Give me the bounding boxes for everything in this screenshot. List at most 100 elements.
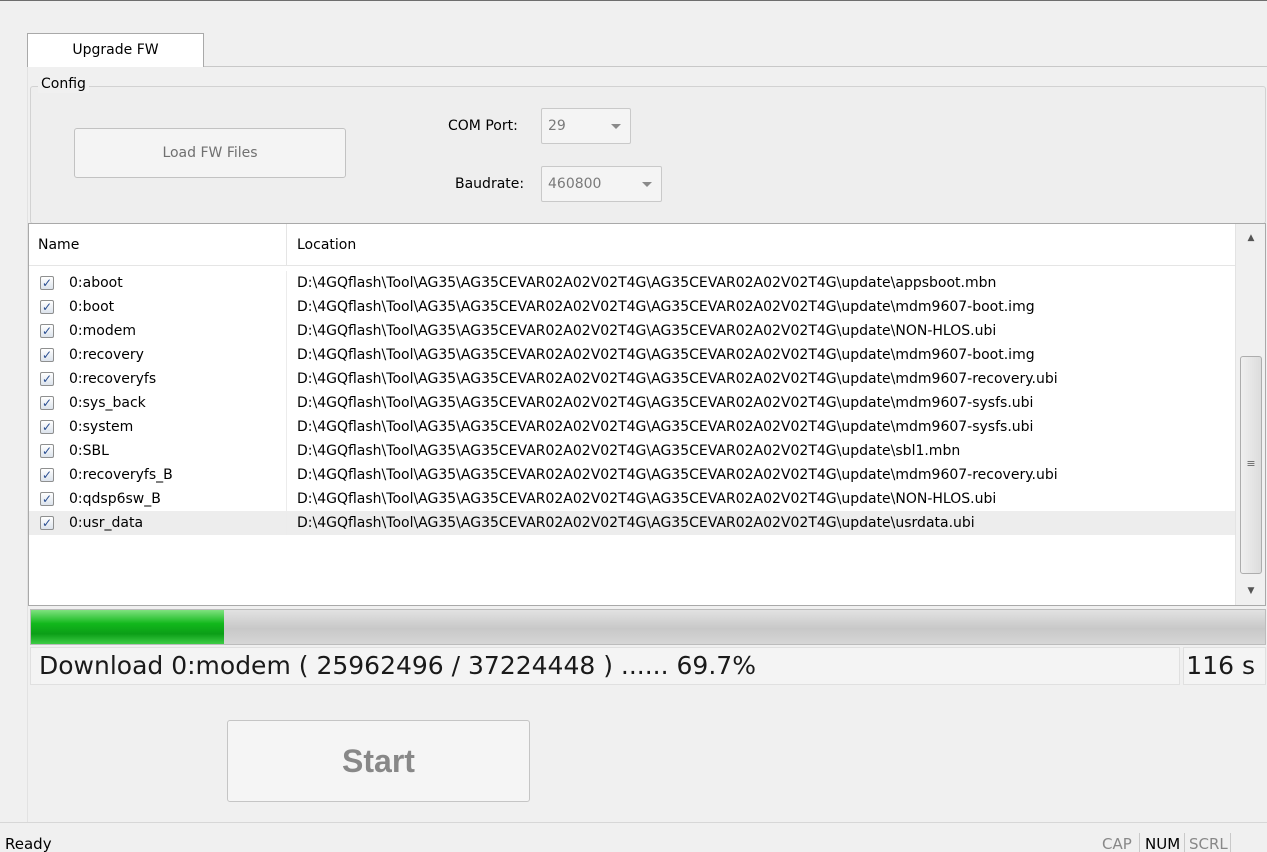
row-checkbox[interactable]: ✓ xyxy=(40,348,54,362)
load-fw-files-button[interactable]: Load FW Files xyxy=(74,128,346,178)
row-name-cell: ✓ 0:usr_data xyxy=(29,511,287,535)
row-name: 0:sys_back xyxy=(69,395,146,411)
table-row[interactable]: ✓ 0:recoveryfs D:\4GQflash\Tool\AG35\AG35C… xyxy=(29,367,1235,391)
checkmark-icon: ✓ xyxy=(41,396,53,410)
row-name-cell: ✓ 0:aboot xyxy=(29,271,287,295)
row-checkbox[interactable]: ✓ xyxy=(40,420,54,434)
row-location: D:\4GQflash\Tool\AG35\AG35CEVAR02A02V02T… xyxy=(297,275,997,291)
dropdown-arrow-icon xyxy=(611,124,621,129)
indicator-separator xyxy=(1184,833,1185,852)
row-name: 0:modem xyxy=(69,323,136,339)
row-name: 0:recoveryfs xyxy=(69,371,157,387)
checkmark-icon: ✓ xyxy=(41,324,53,338)
row-checkbox[interactable]: ✓ xyxy=(40,276,54,290)
tab-upgrade-fw[interactable]: Upgrade FW xyxy=(27,33,204,67)
list-header: Name Location xyxy=(29,224,1235,266)
indicator-separator xyxy=(1230,833,1231,852)
checkmark-icon: ✓ xyxy=(41,348,53,362)
scroll-thumb[interactable]: ≡ xyxy=(1240,356,1262,574)
com-port-value: 29 xyxy=(548,118,566,134)
row-name: 0:aboot xyxy=(69,275,123,291)
status-ready-text: Ready xyxy=(5,835,52,852)
row-location: D:\4GQflash\Tool\AG35\AG35CEVAR02A02V02T… xyxy=(297,515,975,531)
row-location: D:\4GQflash\Tool\AG35\AG35CEVAR02A02V02T… xyxy=(297,491,997,507)
status-bar: Ready CAP NUM SCRL xyxy=(0,822,1267,852)
table-row[interactable]: ✓ 0:qdsp6sw_B D:\4GQflash\Tool\AG35\AG35CE… xyxy=(29,487,1235,511)
scroll-down-arrow-icon[interactable]: ▼ xyxy=(1236,577,1265,605)
dropdown-arrow-icon xyxy=(642,182,652,187)
checkmark-icon: ✓ xyxy=(41,492,53,506)
download-status-text: Download 0:modem ( 25962496 / 37224448 )… xyxy=(30,647,1180,685)
checkmark-icon: ✓ xyxy=(41,444,53,458)
row-location: D:\4GQflash\Tool\AG35\AG35CEVAR02A02V02T… xyxy=(297,323,997,339)
checkmark-icon: ✓ xyxy=(41,276,53,290)
column-header-name[interactable]: Name xyxy=(29,224,287,266)
download-progress-fill xyxy=(31,610,224,644)
row-name-cell: ✓ 0:system xyxy=(29,415,287,439)
num-lock-indicator: NUM xyxy=(1145,835,1181,852)
baudrate-value: 460800 xyxy=(548,176,602,192)
row-location: D:\4GQflash\Tool\AG35\AG35CEVAR02A02V02T… xyxy=(297,371,1058,387)
checkmark-icon: ✓ xyxy=(41,300,53,314)
row-name-cell: ✓ 0:qdsp6sw_B xyxy=(29,487,287,511)
row-location: D:\4GQflash\Tool\AG35\AG35CEVAR02A02V02T… xyxy=(297,347,1035,363)
table-row[interactable]: ✓ 0:recoveryfs_B D:\4GQflash\Tool\AG35\AG3… xyxy=(29,463,1235,487)
table-row[interactable]: ✓ 0:recovery D:\4GQflash\Tool\AG35\AG35CEV… xyxy=(29,343,1235,367)
download-progress-bar xyxy=(30,609,1266,645)
row-name-cell: ✓ 0:SBL xyxy=(29,439,287,463)
scroll-up-arrow-icon[interactable]: ▲ xyxy=(1236,224,1265,252)
checkmark-icon: ✓ xyxy=(41,468,53,482)
row-name: 0:usr_data xyxy=(69,515,144,531)
row-name: 0:qdsp6sw_B xyxy=(69,491,161,507)
row-name-cell: ✓ 0:modem xyxy=(29,319,287,343)
table-row[interactable]: ✓ 0:SBL D:\4GQflash\Tool\AG35\AG35CEVAR02A… xyxy=(29,439,1235,463)
row-checkbox[interactable]: ✓ xyxy=(40,468,54,482)
table-row[interactable]: ✓ 0:modem D:\4GQflash\Tool\AG35\AG35CEVAR0… xyxy=(29,319,1235,343)
table-row[interactable]: ✓ 0:boot D:\4GQflash\Tool\AG35\AG35CEVAR02… xyxy=(29,295,1235,319)
checkmark-icon: ✓ xyxy=(41,372,53,386)
row-location: D:\4GQflash\Tool\AG35\AG35CEVAR02A02V02T… xyxy=(297,443,961,459)
row-name-cell: ✓ 0:recoveryfs xyxy=(29,367,287,391)
checkmark-icon: ✓ xyxy=(41,516,53,530)
row-location: D:\4GQflash\Tool\AG35\AG35CEVAR02A02V02T… xyxy=(297,395,1034,411)
row-name: 0:system xyxy=(69,419,134,435)
window-top-border xyxy=(0,0,1267,1)
baudrate-select[interactable]: 460800 xyxy=(541,166,662,202)
row-name-cell: ✓ 0:recoveryfs_B xyxy=(29,463,287,487)
row-name: 0:recovery xyxy=(69,347,144,363)
row-name-cell: ✓ 0:recovery xyxy=(29,343,287,367)
row-checkbox[interactable]: ✓ xyxy=(40,492,54,506)
baudrate-label: Baudrate: xyxy=(455,176,525,192)
row-location: D:\4GQflash\Tool\AG35\AG35CEVAR02A02V02T… xyxy=(297,299,1035,315)
row-name-cell: ✓ 0:sys_back xyxy=(29,391,287,415)
com-port-label: COM Port: xyxy=(448,118,518,134)
table-row[interactable]: ✓ 0:usr_data D:\4GQflash\Tool\AG35\AG35CEV… xyxy=(29,511,1235,535)
column-header-location[interactable]: Location xyxy=(287,224,1235,266)
indicator-separator xyxy=(1139,833,1140,852)
row-name: 0:SBL xyxy=(69,443,109,459)
scroll-lock-indicator: SCRL xyxy=(1189,835,1228,852)
list-scrollbar[interactable]: ▲ ≡ ▼ xyxy=(1235,224,1265,605)
row-name-cell: ✓ 0:boot xyxy=(29,295,287,319)
start-button[interactable]: Start xyxy=(227,720,530,802)
row-checkbox[interactable]: ✓ xyxy=(40,324,54,338)
firmware-file-list[interactable]: Name Location ✓ 0:aboot D:\4GQflash\Tool\A… xyxy=(28,223,1266,606)
row-checkbox[interactable]: ✓ xyxy=(40,300,54,314)
checkmark-icon: ✓ xyxy=(41,420,53,434)
table-row[interactable]: ✓ 0:system D:\4GQflash\Tool\AG35\AG35CEVAR… xyxy=(29,415,1235,439)
row-checkbox[interactable]: ✓ xyxy=(40,444,54,458)
row-checkbox[interactable]: ✓ xyxy=(40,372,54,386)
row-location: D:\4GQflash\Tool\AG35\AG35CEVAR02A02V02T… xyxy=(297,467,1058,483)
com-port-select[interactable]: 29 xyxy=(541,108,631,144)
row-checkbox[interactable]: ✓ xyxy=(40,516,54,530)
row-name: 0:boot xyxy=(69,299,115,315)
row-checkbox[interactable]: ✓ xyxy=(40,396,54,410)
file-rows: ✓ 0:aboot D:\4GQflash\Tool\AG35\AG35CEVAR0… xyxy=(29,271,1235,535)
config-legend: Config xyxy=(38,75,89,93)
caps-lock-indicator: CAP xyxy=(1102,835,1132,852)
table-row[interactable]: ✓ 0:sys_back D:\4GQflash\Tool\AG35\AG35CEV… xyxy=(29,391,1235,415)
scroll-grip-icon: ≡ xyxy=(1246,457,1256,470)
table-row[interactable]: ✓ 0:aboot D:\4GQflash\Tool\AG35\AG35CEVAR0… xyxy=(29,271,1235,295)
elapsed-time: 116 s xyxy=(1183,647,1266,685)
row-location: D:\4GQflash\Tool\AG35\AG35CEVAR02A02V02T… xyxy=(297,419,1034,435)
